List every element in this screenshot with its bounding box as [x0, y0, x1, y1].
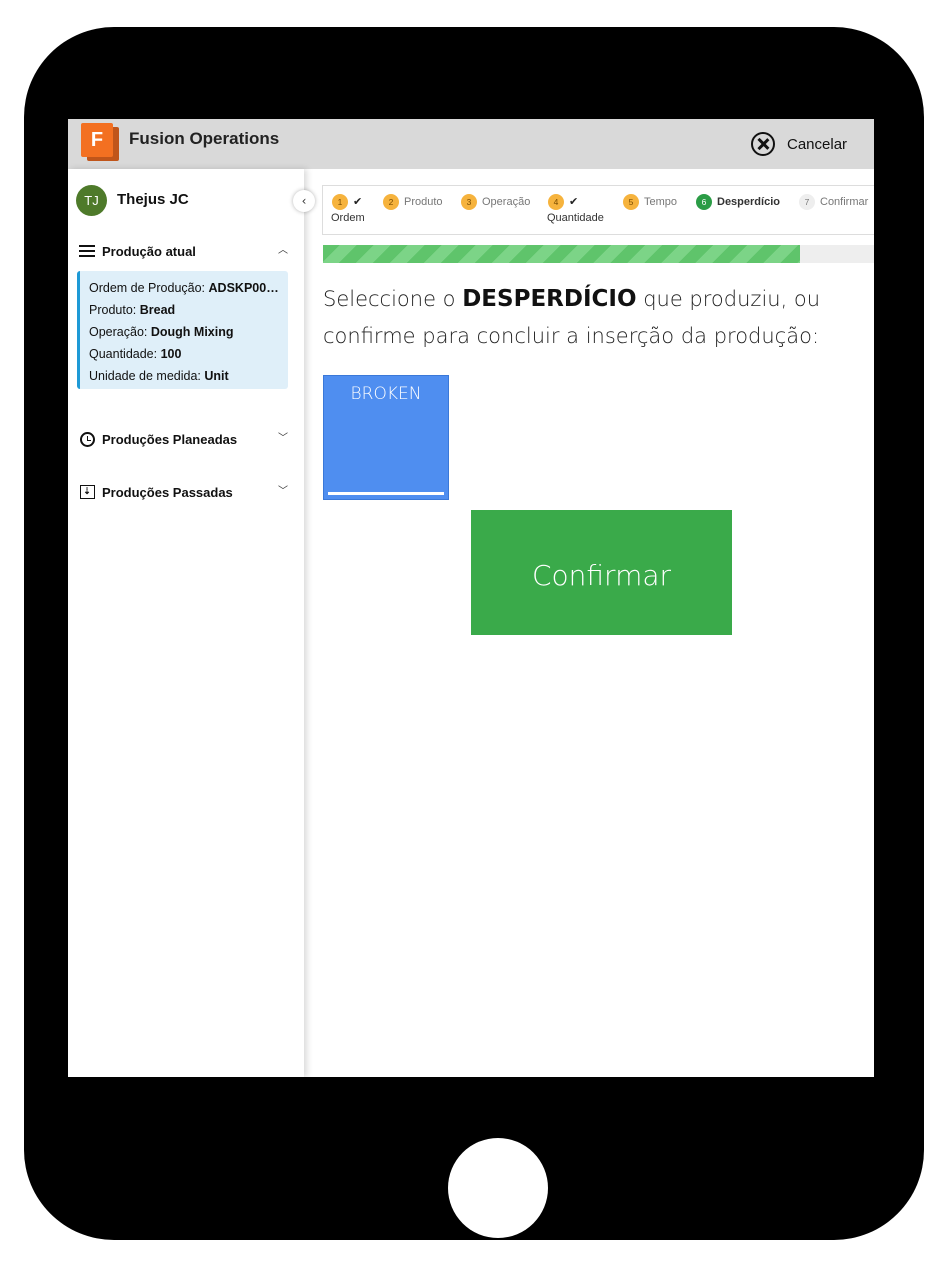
top-bar: F Fusion Operations Cancelar — [68, 119, 874, 169]
home-button[interactable] — [448, 1138, 548, 1238]
instruction-text: Seleccione o DESPERDÍCIO que produziu, o… — [323, 286, 821, 348]
collapse-sidebar-button[interactable]: ‹ — [293, 190, 315, 212]
clock-icon — [78, 430, 96, 448]
current-production-card: Ordem de Produção: ADSKP00… Produto: Bre… — [77, 271, 288, 389]
check-icon: ✔ — [569, 196, 579, 208]
avatar[interactable]: TJ — [76, 185, 107, 216]
operation-row: Operação: Dough Mixing — [89, 325, 234, 339]
section-current-production[interactable]: Produção atual ︿ — [78, 241, 288, 261]
order-row: Ordem de Produção: ADSKP00… — [89, 281, 279, 295]
progress-fill — [323, 245, 800, 263]
waste-option-label: BROKEN — [350, 384, 422, 404]
check-icon: ✔ — [353, 196, 363, 208]
section-planned-productions[interactable]: Produções Planeadas ﹀ — [78, 429, 288, 449]
step-product[interactable]: 2 Produto — [383, 194, 443, 210]
section-title: Produções Passadas — [102, 484, 233, 500]
chevron-up-icon: ︿ — [278, 245, 288, 256]
section-past-productions[interactable]: ⇣ Produções Passadas ﹀ — [78, 482, 288, 502]
archive-icon: ⇣ — [78, 483, 96, 501]
cancel-label: Cancelar — [787, 135, 848, 153]
chevron-left-icon: ‹ — [301, 194, 307, 208]
waste-option-broken[interactable]: BROKEN — [323, 375, 449, 500]
unit-row: Unidade de medida: Unit — [89, 369, 229, 383]
selection-underline — [328, 492, 444, 495]
progress-bar — [323, 245, 874, 263]
sidebar: TJ Thejus JC Produção atual ︿ Ordem de P… — [68, 169, 304, 1077]
wizard-stepper: 1 ✔ Ordem 2 Produto 3 Operação 4 ✔ Quantidad… — [322, 185, 874, 235]
product-row: Produto: Bread — [89, 303, 176, 317]
step-confirm[interactable]: 7 Confirmar — [799, 194, 868, 210]
chevron-down-icon: ﹀ — [278, 433, 288, 444]
chevron-down-icon: ﹀ — [278, 486, 288, 497]
confirm-button[interactable]: Confirmar — [471, 510, 732, 635]
step-quantity[interactable]: 4 ✔ Quantidade — [547, 194, 604, 224]
step-time[interactable]: 5 Tempo — [623, 194, 677, 210]
main-panel: 1 ✔ Ordem 2 Produto 3 Operação 4 ✔ Quantidad… — [304, 169, 874, 1077]
step-operation[interactable]: 3 Operação — [461, 194, 530, 210]
fusion-logo-icon: F — [81, 123, 119, 161]
step-order[interactable]: 1 ✔ Ordem — [331, 194, 365, 224]
user-name: Thejus JC — [117, 191, 189, 208]
close-circle-icon — [751, 132, 775, 156]
section-title: Produção atual — [102, 243, 196, 259]
app-screen: F Fusion Operations Cancelar TJ Thejus J… — [68, 119, 874, 1077]
quantity-row: Quantidade: 100 — [89, 347, 182, 361]
step-waste[interactable]: 6 Desperdício — [696, 194, 780, 210]
app-title: Fusion Operations — [129, 129, 280, 148]
menu-icon — [78, 242, 96, 260]
section-title: Produções Planeadas — [102, 431, 238, 447]
cancel-button[interactable]: Cancelar — [751, 129, 847, 159]
